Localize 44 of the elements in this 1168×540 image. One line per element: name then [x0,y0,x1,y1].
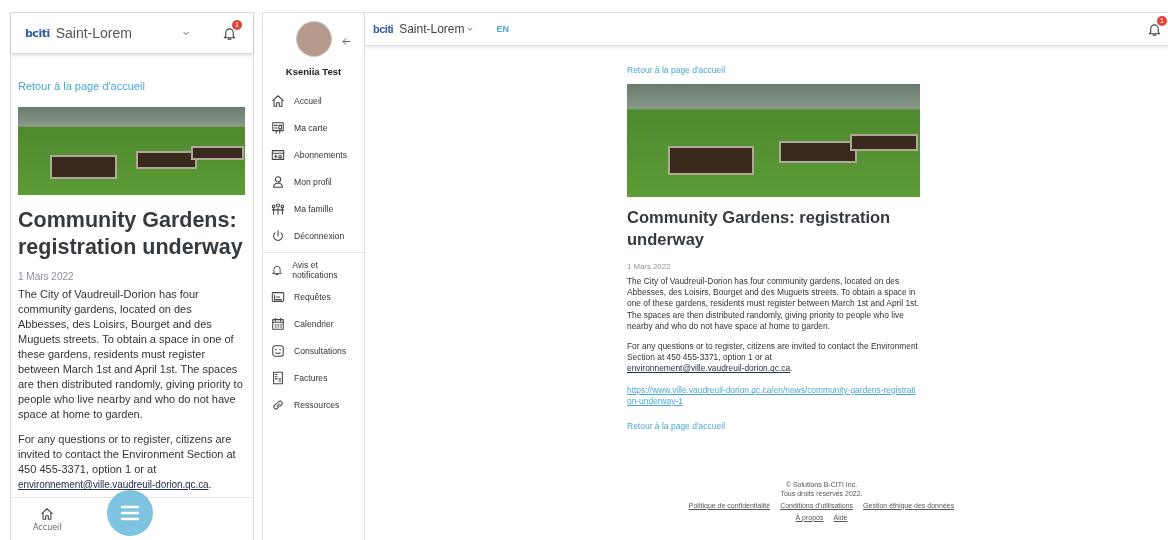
invoice-icon [271,370,285,385]
menu-icon [120,505,140,521]
article-date: 1 Mars 2022 [18,271,75,282]
sidebar-item[interactable]: Avis et notifications [263,256,364,283]
subscription-icon [271,147,285,162]
contact-paragraph: For any questions or to register, citizens are invited to contact the Environment Section at 450 455-3371, option 1 or at environnement@ville.vaudreuil-dorion.qc.ca. [18,432,237,492]
logo: bciti [373,23,394,35]
city-name: Saint-Lorem [399,22,465,36]
family-icon [271,201,285,216]
menu-button[interactable] [107,490,153,536]
sidebar-item[interactable]: Consultations [263,337,364,364]
sidebar-item[interactable]: Requêtes [263,283,364,310]
home-nav-button[interactable]: Accueil [33,506,62,532]
card-icon [271,120,285,135]
sidebar-item[interactable]: Ma carte [263,114,364,141]
sidebar-item[interactable]: Factures [263,364,364,391]
sidebar-item[interactable]: Accueil [263,87,364,114]
home-icon [40,506,55,521]
article-paragraph: The City of Vaudreuil-Dorion has four community gardens, located on des Abbesses, des Loisirs, Bourget and des Muguets streets. To obtain a space in one of these gardens, residents must register between March 1st and April 1st. The spaces are then distributed randomly, giving priority to people who live nearby and who do not have space at home to garden. [627,276,920,332]
sidebar-item[interactable]: Abonnements [263,141,364,168]
logo: bciti [25,26,50,40]
back-arrow-icon [341,36,352,47]
avatar [295,21,332,57]
link-icon [271,397,285,412]
user-name: Kseniia Test [284,66,343,77]
sidebar-item[interactable]: Déconnexion [263,222,364,249]
city-name: Saint-Lorem [55,25,132,41]
power-icon [271,228,285,243]
sidebar-item[interactable]: Ma famille [263,195,364,222]
article-paragraph: The City of Vaudreuil-Dorion has four community gardens, located on des Abbesses, des Loisirs, Bourget and des Muguets streets. To obtain a space in one of these gardens, residents must register between March 1st and April 1st. The spaces are then distributed randomly, giving priority to people who live nearby and who do not have space at home to garden. [18,287,244,422]
email-link[interactable]: environnement@ville.vaudreuil-dorion.qc.ca [18,479,209,490]
sidebar-item[interactable]: Calendrier [263,310,364,337]
inbox-icon [271,289,285,304]
article-title: Community Gardens: registration underway [18,207,244,261]
chat-icon [271,343,285,358]
bell-icon [1147,21,1162,37]
sidebar-item[interactable]: Ressources [263,391,364,418]
home-icon [271,93,285,108]
contact-paragraph: For any questions or to register, citizens are invited to contact the Environment Section at 450 455-3371, option 1 or at environnement@ville.vaudreuil-dorion.qc.ca. [627,341,919,375]
article-title: Community Gardens: registration underway [627,207,892,250]
person-icon [271,174,285,189]
sidebar-item[interactable]: Mon profil [263,168,364,195]
calendar-icon [271,316,285,331]
bell-icon [222,25,237,41]
